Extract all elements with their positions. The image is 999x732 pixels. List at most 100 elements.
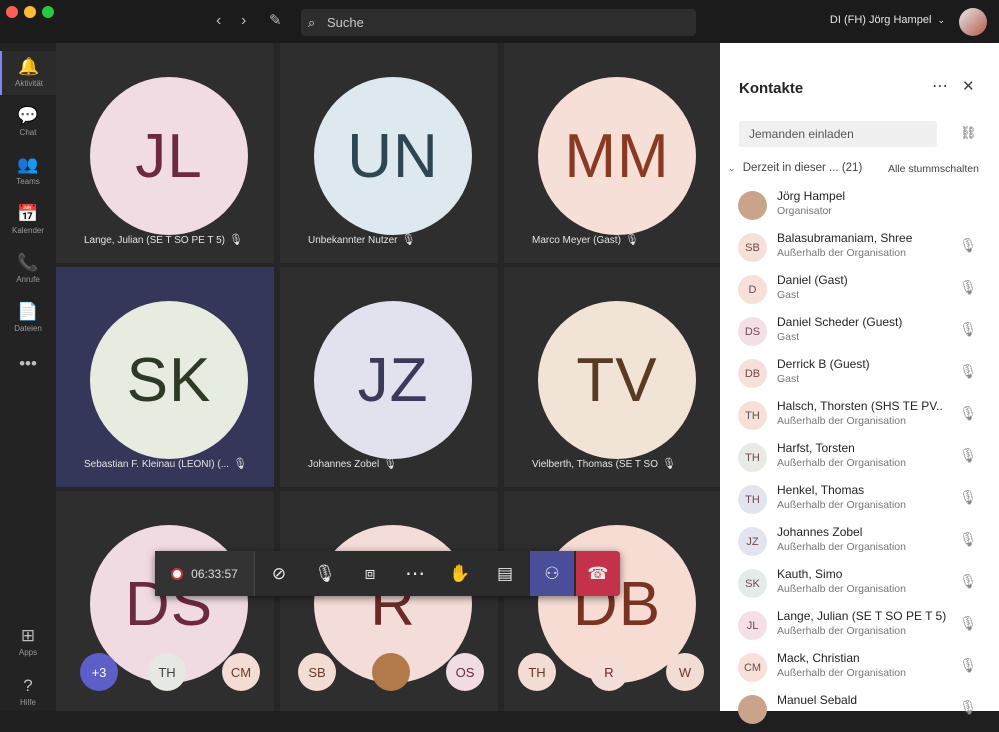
mic-off-icon[interactable]: 🎙 [959,279,977,296]
participant-row[interactable]: TH Henkel, Thomas Außerhalb der Organisati… [720,480,999,522]
participant-tile[interactable]: SK Sebastian F. Kleinau (LEONI) (... 🎙 [56,267,274,487]
chevron-down-icon: ⌄ [937,15,945,25]
chat-button[interactable]: ▤ [485,551,525,596]
participant-avatar [738,191,767,220]
participant-tile[interactable]: JL Lange, Julian (SE T SO PE T 5) 🎙 [56,43,274,263]
participant-avatar: TH [738,485,767,514]
rail-item-5[interactable]: 📄 Dateien [0,296,56,340]
user-menu[interactable]: DI (FH) Jörg Hampel ⌄ [830,14,945,26]
overflow-avatar[interactable]: TH [518,653,556,691]
mic-off-icon: 🎙 [229,234,243,246]
participant-name: Sebastian F. Kleinau (LEONI) (... [84,459,230,470]
rail-icon-4: 📞 [17,253,39,272]
rail-icon-5: 📄 [17,302,39,321]
mic-off-icon[interactable]: 🎙 [959,489,977,506]
mic-off-icon[interactable]: 🎙 [959,573,977,590]
participant-avatar: TV [538,301,696,459]
participant-row[interactable]: CM Mack, Christian Außerhalb der Organisat… [720,648,999,690]
participant-row[interactable]: Manuel Sebald 🎙 [720,690,999,732]
mic-off-icon[interactable]: 🎙 [959,615,977,632]
invite-placeholder: Jemanden einladen [749,127,854,141]
more-actions-button[interactable]: ⋯ [395,551,435,596]
raise-hand-button[interactable]: ✋ [440,551,480,596]
profile-avatar[interactable] [959,8,987,36]
mic-off-icon[interactable]: 🎙 [959,405,977,422]
participant-name-label: Johannes Zobel 🎙 [308,457,397,470]
mic-off-icon[interactable]: 🎙 [959,363,977,380]
call-controls-bar: 06:33:57 ⊘ 🎙 ⧈ ⋯ ✋ ▤ ⚇ ☎ [155,551,620,596]
maximize-window-button[interactable] [42,6,54,18]
participant-name-label: Unbekannter Nutzer 🎙 [308,233,415,246]
link-icon[interactable]: ⛓ [960,125,977,141]
close-icon[interactable]: ✕ [962,77,975,95]
participant-tile[interactable]: MM Marco Meyer (Gast) 🎙 [504,43,722,263]
participants-icon: ⚇ [544,563,560,583]
participant-row[interactable]: JL Lange, Julian (SE T SO PE T 5) Außerhal… [720,606,999,648]
back-arrow-icon[interactable]: ‹ [216,12,221,30]
participant-avatar: D [738,275,767,304]
overflow-avatar[interactable]: CM [222,653,260,691]
mic-off-icon[interactable]: 🎙 [959,657,977,674]
participant-name: Manuel Sebald [777,693,858,707]
invite-input[interactable]: Jemanden einladen [739,121,937,147]
user-name: DI (FH) Jörg Hampel [829,14,932,26]
participant-row[interactable]: TH Harfst, Torsten Außerhalb der Organisat… [720,438,999,480]
participant-row[interactable]: Jörg Hampel Organisator [720,186,999,228]
mic-off-icon[interactable]: 🎙 [959,447,977,464]
mic-off-icon[interactable]: 🎙 [959,531,977,548]
overflow-avatar[interactable]: +3 [80,653,118,691]
forward-arrow-icon[interactable]: › [241,12,246,30]
mute-all-button[interactable]: Alle stummschalten [888,163,979,175]
participant-row[interactable]: JZ Johannes Zobel Außerhalb der Organisati… [720,522,999,564]
participant-tile[interactable]: JZ Johannes Zobel 🎙 [280,267,498,487]
rail-item-1[interactable]: 💬 Chat [0,100,56,144]
participant-name: Lange, Julian (SE T SO PE T 5) [84,235,226,246]
participant-row[interactable]: D Daniel (Gast) Gast 🎙 [720,270,999,312]
overflow-avatar[interactable]: R [590,653,628,691]
rail-item-0[interactable]: 🔔 Aktivität [0,51,56,95]
recording-icon [171,567,184,580]
microphone-button[interactable]: 🎙 [305,551,345,596]
rail-item-4[interactable]: 📞 Anrufe [0,247,56,291]
participant-row[interactable]: SK Kauth, Simo Außerhalb der Organisation 🎙 [720,564,999,606]
participant-tile[interactable]: UN Unbekannter Nutzer 🎙 [280,43,498,263]
search-input[interactable]: ⌕ Suche [301,9,696,36]
share-screen-button[interactable]: ⧈ [350,551,390,596]
participant-row[interactable]: DB Derrick B (Guest) Gast 🎙 [720,354,999,396]
participant-row[interactable]: TH Halsch, Thorsten (SHS TE PV.. Außerhalb… [720,396,999,438]
minimize-window-button[interactable] [24,6,36,18]
close-window-button[interactable] [6,6,18,18]
participant-row[interactable]: SB Balasubramaniam, Shree Außerhalb der Or… [720,228,999,270]
participant-name: Daniel (Gast) [777,273,848,287]
participants-button[interactable]: ⚇ [530,551,574,596]
mic-off-icon[interactable]: 🎙 [959,321,977,338]
participant-avatar: SB [738,233,767,262]
rail-label: Dateien [14,324,42,333]
participant-avatar [738,695,767,724]
mic-off-icon[interactable]: 🎙 [959,237,977,254]
overflow-avatar[interactable] [372,653,410,691]
participant-tile[interactable]: TV Vielberth, Thomas (SE T SO 🎙 [504,267,722,487]
overflow-avatar[interactable]: W [666,653,704,691]
rail-item-3[interactable]: 📅 Kalender [0,198,56,242]
mic-off-icon: 🎙 [624,234,639,246]
participant-avatar: MM [538,77,696,235]
overflow-avatar[interactable]: TH [148,653,186,691]
compose-icon[interactable]: ✎ [269,11,282,29]
participant-role: Gast [777,331,800,343]
camera-off-button[interactable]: ⊘ [259,551,299,596]
participants-section-header[interactable]: ⌄ Derzeit in dieser ... (21) [728,162,862,174]
rail-item-6[interactable]: ••• [0,348,56,392]
microphone-icon: 🎙 [314,563,336,583]
mic-off-icon[interactable]: 🎙 [959,699,977,716]
rail-item-7[interactable]: ⊞ Apps [0,620,56,664]
overflow-avatar[interactable]: OS [446,653,484,691]
participant-row[interactable]: DS Daniel Scheder (Guest) Gast 🎙 [720,312,999,354]
app-rail: 🔔 Aktivität 💬 Chat 👥 Teams 📅 Kalender 📞 Anrufe 📄 Da… [0,43,56,711]
rail-item-2[interactable]: 👥 Teams [0,149,56,193]
hang-up-button[interactable]: ☎ [576,551,620,596]
more-options-icon[interactable]: ⋯ [932,76,948,96]
rail-item-8[interactable]: ? Hilfe [0,670,56,714]
overflow-avatar[interactable]: SB [298,653,336,691]
hang-up-icon: ☎ [587,563,609,583]
